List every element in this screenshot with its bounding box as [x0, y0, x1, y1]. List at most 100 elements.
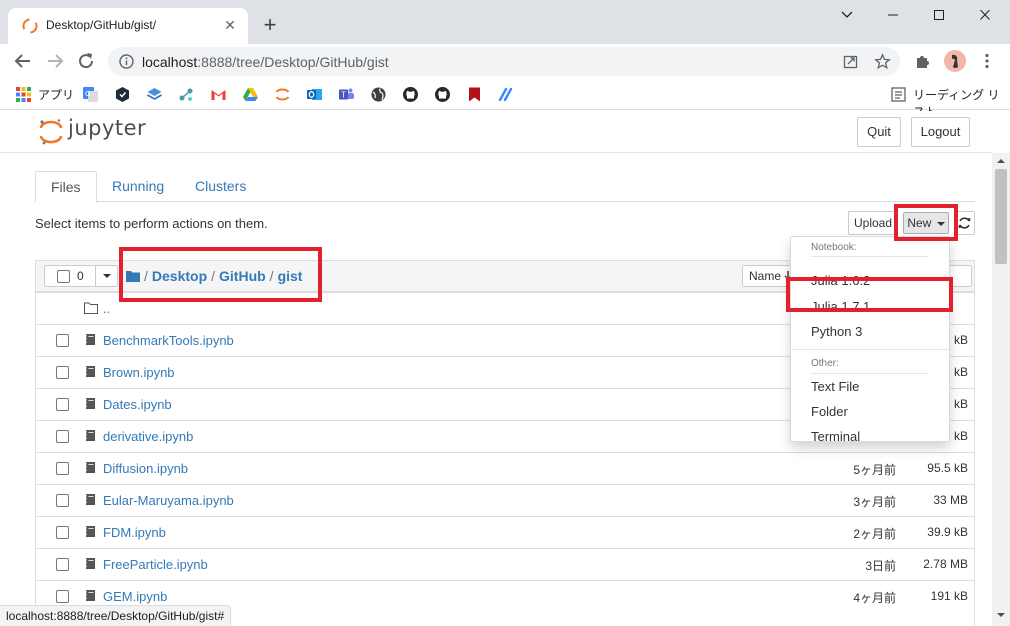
file-name-link[interactable]: FreeParticle.ipynb	[103, 557, 208, 572]
logout-button[interactable]: Logout	[911, 117, 970, 147]
menu-item-folder[interactable]: Folder	[811, 404, 848, 419]
apps-grid-icon[interactable]	[15, 86, 32, 103]
file-row[interactable]: FreeParticle.ipynb 3日前 2.78 MB	[36, 548, 974, 580]
page-scrollbar[interactable]	[992, 153, 1010, 626]
address-bar[interactable]: localhost:8888/tree/Desktop/GitHub/gist	[108, 47, 900, 76]
jupyter-icon[interactable]	[274, 86, 291, 103]
file-checkbox[interactable]	[56, 398, 69, 411]
file-name-link[interactable]: GEM.ipynb	[103, 589, 167, 604]
close-window-icon[interactable]	[962, 6, 1008, 26]
file-name-link[interactable]: Dates.ipynb	[103, 397, 172, 412]
file-checkbox[interactable]	[56, 462, 69, 475]
select-menu-caret[interactable]	[95, 266, 117, 286]
breadcrumb-gist[interactable]: gist	[278, 268, 303, 284]
bookmark-red-icon[interactable]	[466, 86, 483, 103]
tab-search-chevron-icon[interactable]	[824, 6, 870, 26]
new-dropdown-menu: Notebook: Julia 1.6.2 Julia 1.7.1 Python…	[790, 236, 950, 444]
file-name-link[interactable]: derivative.ipynb	[103, 429, 193, 444]
file-size: kB	[953, 365, 968, 379]
outlook-icon[interactable]	[306, 86, 323, 103]
teams-icon[interactable]: T	[338, 86, 355, 103]
caret-down-icon	[103, 274, 111, 278]
select-all-checkbox[interactable]	[57, 270, 70, 283]
bookmark-apps-label[interactable]: アプリ	[38, 86, 74, 103]
google-drive-icon[interactable]	[242, 86, 259, 103]
minimize-icon[interactable]	[870, 6, 916, 26]
file-modified: 5ヶ月前	[853, 463, 896, 477]
file-checkbox[interactable]	[56, 334, 69, 347]
tab-close-icon[interactable]: ✕	[220, 15, 240, 35]
dropdown-other-header: Other:	[811, 358, 839, 369]
file-checkbox[interactable]	[56, 494, 69, 507]
reading-list-icon[interactable]	[890, 86, 907, 103]
select-all-control[interactable]: 0	[44, 265, 118, 287]
menu-kebab-icon[interactable]	[978, 52, 996, 70]
menu-item-julia-1-6-2[interactable]: Julia 1.6.2	[811, 273, 870, 288]
globe-icon[interactable]	[370, 86, 387, 103]
breadcrumb-github[interactable]: GitHub	[219, 268, 266, 284]
scroll-down-icon[interactable]	[996, 610, 1006, 620]
menu-item-julia-1-7-1[interactable]: Julia 1.7.1	[811, 299, 870, 314]
notebook-icon	[85, 590, 95, 601]
gmail-icon[interactable]	[210, 86, 227, 103]
file-checkbox[interactable]	[56, 366, 69, 379]
file-name-link[interactable]: BenchmarkTools.ipynb	[103, 333, 234, 348]
file-checkbox[interactable]	[56, 430, 69, 443]
file-name-link[interactable]: Diffusion.ipynb	[103, 461, 188, 476]
profile-avatar[interactable]	[944, 50, 966, 72]
scroll-up-icon[interactable]	[996, 156, 1006, 166]
folder-home-icon[interactable]	[126, 270, 140, 282]
file-row[interactable]: Eular-Maruyama.ipynb 3ヶ月前 33 MB	[36, 484, 974, 516]
scrollbar-thumb[interactable]	[995, 169, 1007, 264]
parent-dir-link[interactable]: ..	[103, 301, 110, 316]
file-size: kB	[953, 333, 968, 347]
jupyter-logo-icon[interactable]	[38, 117, 64, 147]
site-info-icon[interactable]	[118, 53, 135, 70]
back-arrow-icon[interactable]	[12, 50, 34, 72]
file-row[interactable]: FDM.ipynb 2ヶ月前 39.9 kB	[36, 516, 974, 548]
forward-arrow-icon[interactable]	[44, 50, 66, 72]
file-checkbox[interactable]	[56, 590, 69, 603]
tab-files[interactable]: Files	[35, 171, 97, 203]
quit-button[interactable]: Quit	[857, 117, 901, 147]
new-dropdown-button[interactable]: New	[903, 212, 949, 234]
slash-icon[interactable]	[498, 86, 515, 103]
file-size: kB	[953, 429, 968, 443]
file-name-link[interactable]: FDM.ipynb	[103, 525, 166, 540]
nodes-icon[interactable]	[178, 86, 195, 103]
dropdown-divider	[791, 349, 949, 350]
menu-item-python-3[interactable]: Python 3	[811, 324, 862, 339]
github-icon[interactable]	[434, 86, 451, 103]
share-icon[interactable]	[842, 53, 859, 70]
menu-item-terminal[interactable]: Terminal	[811, 429, 860, 444]
browser-tab[interactable]: Desktop/GitHub/gist/ ✕	[8, 8, 248, 44]
file-checkbox[interactable]	[56, 558, 69, 571]
file-row[interactable]: Diffusion.ipynb 5ヶ月前 95.5 kB	[36, 452, 974, 484]
sort-by-name-button[interactable]: Name	[742, 265, 794, 287]
notebook-icon	[85, 526, 95, 537]
maximize-icon[interactable]	[916, 6, 962, 26]
file-checkbox[interactable]	[56, 526, 69, 539]
refresh-button[interactable]	[954, 211, 975, 235]
file-modified: 3日前	[865, 559, 896, 573]
file-modified: 4ヶ月前	[853, 591, 896, 605]
breadcrumb-desktop[interactable]: Desktop	[152, 268, 207, 284]
extensions-puzzle-icon[interactable]	[914, 52, 932, 70]
stack-icon[interactable]	[146, 86, 163, 103]
reload-icon[interactable]	[75, 50, 97, 72]
jupyter-favicon-icon	[22, 18, 38, 34]
upload-button[interactable]: Upload	[848, 211, 898, 235]
file-name-link[interactable]: Eular-Maruyama.ipynb	[103, 493, 234, 508]
bookmark-star-icon[interactable]	[874, 53, 891, 70]
hex-shield-icon[interactable]	[114, 86, 131, 103]
url-path: :8888/tree/Desktop/GitHub/gist	[197, 54, 389, 70]
tab-clusters[interactable]: Clusters	[180, 171, 261, 202]
github-icon[interactable]	[402, 86, 419, 103]
tab-running[interactable]: Running	[97, 171, 179, 202]
jupyter-logo-text[interactable]: jupyter	[68, 116, 146, 140]
file-name-link[interactable]: Brown.ipynb	[103, 365, 175, 380]
menu-item-text-file[interactable]: Text File	[811, 379, 859, 394]
jupyter-tabs: Files Running Clusters	[35, 171, 975, 203]
google-translate-icon[interactable]: G	[82, 86, 99, 103]
new-tab-button[interactable]: +	[258, 14, 282, 38]
